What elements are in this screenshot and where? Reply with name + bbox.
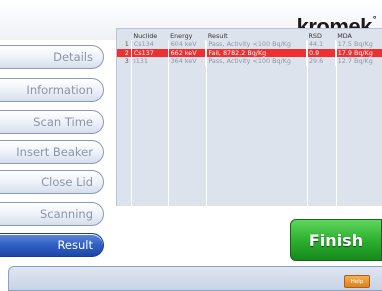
nav-label: Result [57, 238, 93, 252]
nav-label: Scan Time [33, 115, 93, 129]
nuclide-cell: I131 [130, 57, 169, 66]
column-header: Energy [170, 32, 193, 40]
column-header: Result [207, 32, 228, 40]
nav-details[interactable]: Details [0, 45, 104, 69]
table-row[interactable]: 2 Cs137 662 keV Fail, 8782.2 Bq/Kg 0.9 1… [117, 48, 382, 57]
energy-cell: 604 keV [167, 40, 206, 49]
result-cell: Fail, 8782.2 Bq/Kg [205, 48, 307, 57]
rsd-cell: 0.9 [305, 48, 336, 57]
mda-cell: 17.5 Bq/Kg [334, 40, 382, 49]
column-divider [336, 41, 337, 206]
column-header: Nuclide [133, 32, 158, 40]
nav-insert-beaker[interactable]: Insert Beaker [0, 140, 104, 164]
logo-mark: ° [372, 14, 377, 24]
column-divider [131, 41, 132, 206]
result-cell: Pass, Activity <100 Bq/Kg [205, 40, 307, 49]
finish-button[interactable]: Finish [290, 219, 382, 261]
help-button[interactable]: Help [344, 275, 370, 288]
column-header: MDA [337, 32, 352, 40]
nav-result[interactable]: Result [0, 233, 104, 257]
table-row[interactable]: 1 Cs134 604 keV Pass, Activity <100 Bq/K… [117, 40, 382, 49]
rsd-cell: 29.6 [305, 57, 336, 66]
column-header: RSD [308, 32, 322, 40]
energy-cell: 662 keV [167, 48, 206, 57]
nav-close-lid[interactable]: Close Lid [0, 170, 104, 194]
nuclide-cell: Cs134 [130, 40, 169, 49]
table-header-row: Nuclide Energy Result RSD MDA [117, 29, 382, 40]
row-number: 1 [124, 40, 129, 49]
nav-scanning[interactable]: Scanning [0, 202, 104, 226]
row-number-header [117, 29, 131, 40]
mda-cell: 17.9 Bq/Kg [334, 48, 382, 57]
nav-label: Close Lid [41, 175, 93, 189]
nav-label: Details [53, 50, 93, 64]
nav-label: Insert Beaker [16, 145, 93, 159]
nav-label: Scanning [39, 207, 93, 221]
nav-information[interactable]: Information [0, 78, 104, 102]
footer-bar: Help [8, 266, 382, 291]
row-number: 3 [124, 57, 129, 66]
rsd-cell: 44.1 [305, 40, 336, 49]
nav-scan-time[interactable]: Scan Time [0, 110, 104, 134]
energy-cell: 364 keV [167, 57, 206, 66]
column-divider [168, 41, 169, 206]
column-divider [206, 41, 207, 206]
row-number: 2 [117, 48, 132, 57]
nav-label: Information [26, 83, 93, 97]
column-divider [307, 41, 308, 206]
results-panel: Nuclide Energy Result RSD MDA 1 Cs134 60… [116, 28, 382, 206]
table-row[interactable]: 3 I131 364 keV Pass, Activity <100 Bq/Kg… [117, 57, 382, 66]
result-cell: Pass, Activity <100 Bq/Kg [205, 57, 307, 66]
mda-cell: 12.7 Bq/Kg [334, 57, 382, 66]
results-table: Nuclide Energy Result RSD MDA 1 Cs134 60… [117, 29, 382, 66]
nuclide-cell: Cs137 [130, 48, 169, 57]
